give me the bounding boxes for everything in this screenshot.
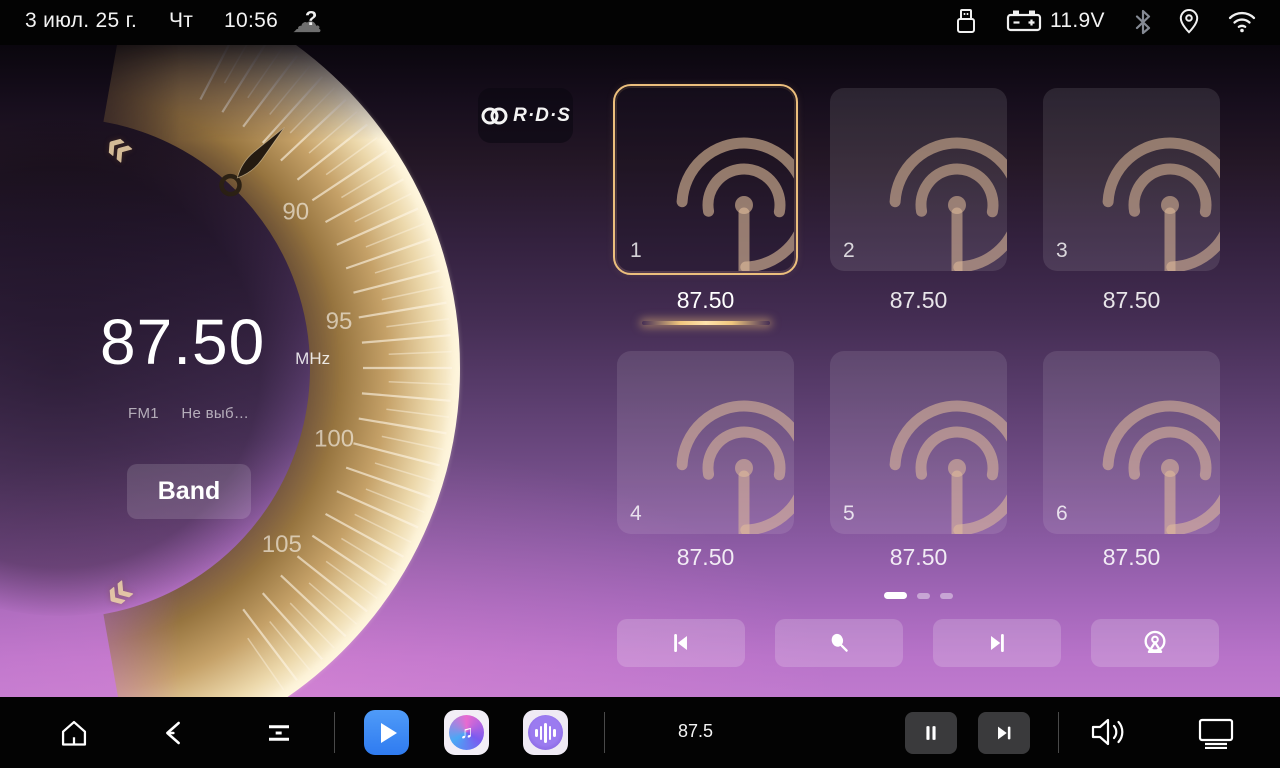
preset-tile-2[interactable]: 2 — [830, 88, 1007, 271]
status-bar: 3 июл. 25 г. Чт 10:56 ☁ ? 11.9V — [0, 0, 1280, 45]
nav-divider — [334, 712, 335, 753]
preset-pagination — [617, 592, 1220, 599]
equalizer-app-icon[interactable] — [523, 710, 568, 755]
play-triangle-icon — [381, 723, 397, 743]
music-app-icon[interactable]: ♫ — [444, 710, 489, 755]
active-preset-glow — [642, 321, 770, 325]
radio-app-screen: 3 июл. 25 г. Чт 10:56 ☁ ? 11.9V — [0, 0, 1280, 768]
now-playing-frequency: 87.5 — [678, 721, 713, 742]
bottom-nav-bar: ♫ 87.5 — [0, 697, 1280, 768]
preset-row-2: 4 5 — [617, 351, 1220, 534]
preset-number: 3 — [1056, 239, 1068, 263]
svg-text:90: 90 — [282, 198, 309, 225]
svg-text:105: 105 — [262, 531, 302, 558]
broadcast-icon — [1085, 125, 1220, 271]
preset-number: 4 — [630, 502, 642, 526]
next-track-icon — [993, 722, 1015, 744]
band-status-row: FM1 Не выб… — [128, 405, 249, 422]
eq-bar — [553, 729, 556, 737]
preset-number: 1 — [630, 239, 642, 263]
broadcast-icon — [1141, 629, 1169, 657]
preset-frequency-label: 87.50 — [1043, 287, 1220, 325]
album-art[interactable] — [621, 706, 663, 760]
usb-icon — [953, 7, 979, 37]
preset-tile-6[interactable]: 6 — [1043, 351, 1220, 534]
preset-frequency-label: 87.50 — [617, 544, 794, 571]
preset-label-row-2: 87.50 87.50 87.50 — [617, 544, 1220, 571]
home-icon[interactable] — [58, 717, 90, 749]
radio-main-panel: 9095100105 « « 87.50 MHz FM1 Не выб… Ban… — [0, 45, 1280, 697]
broadcast-icon — [1085, 388, 1220, 534]
station-name: Не выб… — [181, 405, 249, 422]
preset-label-row-1: 87.50 87.50 87.50 — [617, 287, 1220, 325]
nav-divider — [604, 712, 605, 753]
eq-bar — [549, 726, 552, 740]
status-weekday: Чт — [169, 9, 193, 33]
broadcast-icon — [659, 388, 794, 534]
car-battery-icon — [1005, 7, 1043, 35]
pause-button[interactable] — [905, 712, 957, 754]
page-dot-2[interactable] — [917, 593, 930, 599]
broadcast-button[interactable] — [1091, 619, 1219, 667]
frequency-readout: 87.50 MHz — [100, 305, 360, 379]
preset-frequency-label: 87.50 — [617, 287, 794, 325]
equalizer-disc — [528, 715, 563, 750]
nav-divider — [1058, 712, 1059, 753]
previous-track-icon — [668, 630, 694, 656]
broadcast-icon — [659, 125, 794, 271]
search-icon — [826, 630, 852, 656]
preset-tile-5[interactable]: 5 — [830, 351, 1007, 534]
preset-row-1: 1 2 — [617, 88, 1220, 271]
menu-icon[interactable] — [263, 717, 295, 749]
wifi-icon[interactable] — [1226, 7, 1258, 35]
next-track-icon — [984, 630, 1010, 656]
eq-bar — [535, 729, 538, 737]
preset-frequency-label: 87.50 — [1043, 544, 1220, 571]
pause-icon — [920, 722, 942, 744]
back-icon[interactable] — [158, 717, 190, 749]
preset-tile-3[interactable]: 3 — [1043, 88, 1220, 271]
rds-label: R·D·S — [513, 105, 571, 127]
next-station-button[interactable] — [933, 619, 1061, 667]
status-date: 3 июл. 25 г. — [25, 9, 137, 33]
frequency-value: 87.50 — [100, 305, 265, 379]
band-button[interactable]: Band — [127, 464, 251, 519]
preset-number: 6 — [1056, 502, 1068, 526]
preset-number: 2 — [843, 239, 855, 263]
rds-badge[interactable]: R·D·S — [478, 88, 573, 143]
preset-tile-4[interactable]: 4 — [617, 351, 794, 534]
previous-station-button[interactable] — [617, 619, 745, 667]
scan-button[interactable] — [775, 619, 903, 667]
frequency-unit: MHz — [295, 349, 330, 369]
broadcast-icon — [872, 125, 1007, 271]
broadcast-icon — [872, 388, 1007, 534]
location-icon[interactable] — [1176, 7, 1202, 37]
preset-number: 5 — [843, 502, 855, 526]
rds-waves-icon — [480, 105, 510, 127]
tuner-controls — [617, 619, 1220, 667]
page-dot-3[interactable] — [940, 593, 953, 599]
music-disc: ♫ — [449, 715, 484, 750]
play-app-icon[interactable] — [364, 710, 409, 755]
band-name: FM1 — [128, 405, 159, 422]
preset-frequency-label: 87.50 — [830, 287, 1007, 325]
next-track-button[interactable] — [978, 712, 1030, 754]
eq-bar — [540, 726, 543, 740]
display-icon[interactable] — [1196, 717, 1236, 749]
svg-text:100: 100 — [314, 425, 354, 452]
weather-unknown-icon[interactable]: ☁ ? — [292, 6, 332, 38]
bluetooth-icon[interactable] — [1131, 7, 1155, 37]
status-time: 10:56 — [224, 9, 278, 33]
page-dot-1[interactable] — [884, 592, 907, 599]
preset-tile-1[interactable]: 1 — [617, 88, 794, 271]
music-note-icon: ♫ — [460, 722, 474, 743]
eq-bar — [544, 723, 547, 743]
weather-question-mark: ? — [305, 8, 317, 31]
battery-voltage: 11.9V — [1050, 9, 1105, 33]
volume-icon[interactable] — [1088, 715, 1128, 749]
preset-frequency-label: 87.50 — [830, 544, 1007, 571]
